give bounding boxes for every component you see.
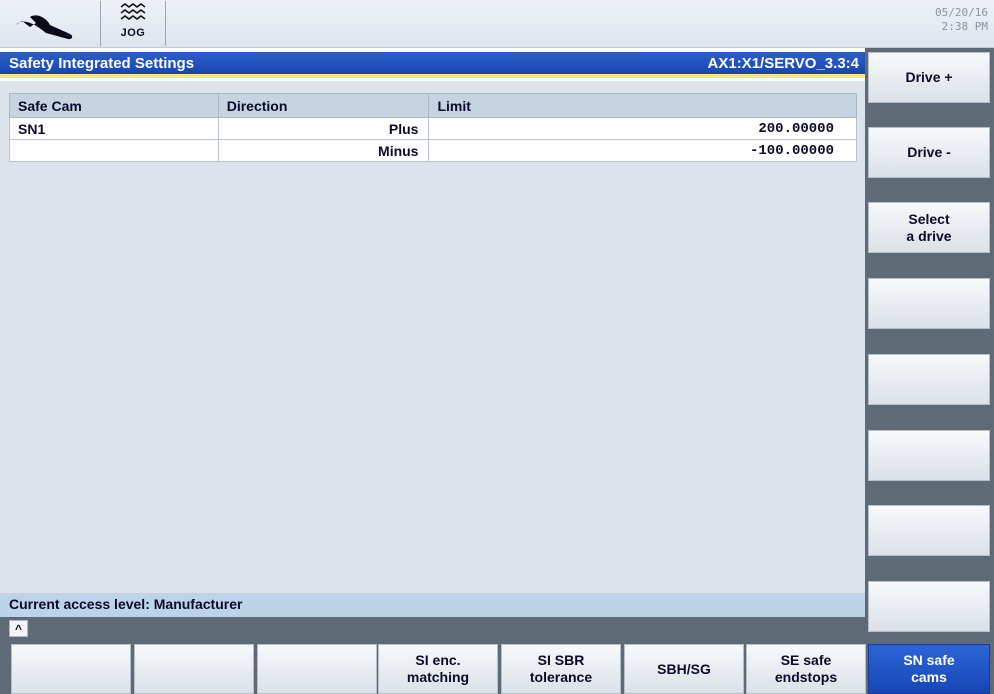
clock: 05/20/16 2:38 PM [935, 6, 988, 34]
softkey-vertical-7[interactable] [868, 505, 990, 556]
softkey-vertical-8[interactable] [868, 581, 990, 632]
softkey-si-sbr-tolerance[interactable]: SI SBR tolerance [501, 644, 621, 694]
softkey-vertical-6[interactable] [868, 430, 990, 481]
softkey-horizontal-2[interactable] [134, 644, 254, 694]
jog-wave-icon [120, 3, 146, 20]
mode-label: JOG [120, 27, 146, 39]
softkey-sbh-sg[interactable]: SBH/SG [624, 644, 744, 694]
table-row[interactable]: SN1 Plus 200.00000 [9, 117, 857, 140]
cam-cell[interactable]: SN1 [9, 117, 219, 140]
table-header-row: Safe Cam Direction Limit [9, 93, 857, 118]
wrench-icon[interactable] [10, 3, 88, 45]
time-text: 2:38 PM [941, 20, 988, 33]
mode-indicator[interactable]: JOG [100, 1, 166, 46]
softkey-si-enc-matching[interactable]: SI enc. matching [378, 644, 498, 694]
axis-label: AX1:X1/SERVO_3.3:4 [707, 55, 859, 72]
title-bar: Safety Integrated Settings AX1:X1/SERVO_… [0, 52, 865, 78]
softkey-vertical-4[interactable] [868, 278, 990, 329]
status-bar: JOG 05/20/16 2:38 PM [0, 0, 994, 48]
date-text: 05/20/16 [935, 6, 988, 19]
caret-up-icon: ^ [14, 622, 22, 636]
limit-cell[interactable]: -100.00000 [428, 139, 857, 162]
column-header-direction: Direction [217, 93, 430, 118]
softkey-drive-plus[interactable]: Drive + [868, 52, 990, 103]
softkey-select-drive[interactable]: Select a drive [868, 202, 990, 253]
expand-up-button[interactable]: ^ [9, 620, 28, 637]
softkey-horizontal-1[interactable] [11, 644, 131, 694]
cam-cell[interactable] [9, 139, 219, 162]
direction-cell[interactable]: Plus [217, 117, 430, 140]
softkey-drive-minus[interactable]: Drive - [868, 127, 990, 178]
direction-cell[interactable]: Minus [217, 139, 430, 162]
softkey-vertical-5[interactable] [868, 354, 990, 405]
page-title: Safety Integrated Settings [9, 55, 195, 72]
expander-row: ^ [0, 617, 865, 641]
limit-cell[interactable]: 200.00000 [428, 117, 857, 140]
softkey-horizontal-3[interactable] [257, 644, 377, 694]
column-header-safe-cam: Safe Cam [9, 93, 219, 118]
safe-cam-table: Safe Cam Direction Limit SN1 Plus 200.00… [9, 93, 857, 162]
access-level-text: Current access level: Manufacturer [0, 593, 865, 617]
table-row[interactable]: Minus -100.00000 [9, 139, 857, 162]
softkey-se-safe-endstops[interactable]: SE safe endstops [746, 644, 866, 694]
column-header-limit: Limit [428, 93, 857, 118]
softkey-sn-safe-cams[interactable]: SN safe cams [868, 644, 990, 694]
main-panel: Safe Cam Direction Limit SN1 Plus 200.00… [0, 81, 865, 593]
